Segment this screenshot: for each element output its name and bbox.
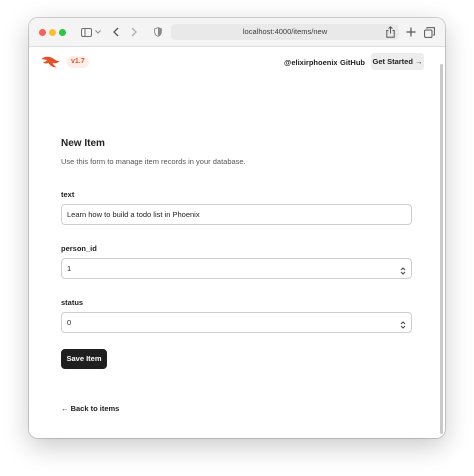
stepper-icon[interactable] [400, 264, 406, 275]
status-field-value: 0 [67, 318, 72, 327]
back-icon[interactable] [111, 24, 121, 40]
page-subtitle: Use this form to manage item records in … [61, 157, 246, 166]
person-id-field-label: person_id [61, 244, 97, 253]
page-title: New Item [61, 138, 105, 149]
text-field-label: text [61, 190, 75, 199]
browser-titlebar: localhost:4000/items/new [29, 18, 445, 47]
browser-window: localhost:4000/items/new v1.7 @elixirpho… [29, 18, 445, 438]
status-field[interactable]: 0 [61, 312, 412, 333]
sidebar-icon[interactable] [79, 24, 93, 40]
version-badge: v1.7 [67, 56, 89, 68]
page-viewport: v1.7 @elixirphoenix GitHub Get Started →… [29, 47, 445, 438]
forward-icon[interactable] [129, 24, 139, 40]
back-to-items-link[interactable]: ← Back to items [61, 404, 119, 413]
url-text: localhost:4000/items/new [242, 27, 328, 36]
tabs-icon[interactable] [423, 24, 435, 40]
scrollbar[interactable] [440, 64, 443, 434]
save-item-button[interactable]: Save Item [61, 349, 107, 369]
nav-link-elixirphoenix[interactable]: @elixirphoenix [284, 58, 338, 67]
address-bar[interactable]: localhost:4000/items/new [171, 24, 399, 40]
share-icon[interactable] [385, 24, 395, 40]
nav-link-github[interactable]: GitHub [340, 58, 365, 67]
shield-icon[interactable] [153, 24, 163, 40]
status-field-label: status [61, 298, 84, 307]
zoom-window-button[interactable] [59, 29, 66, 36]
chevron-down-icon[interactable] [94, 24, 102, 40]
close-window-button[interactable] [39, 29, 46, 36]
get-started-button[interactable]: Get Started → [371, 53, 424, 70]
stepper-icon[interactable] [400, 318, 406, 329]
person-id-field-value: 1 [67, 264, 72, 273]
minimize-window-button[interactable] [49, 29, 56, 36]
text-field[interactable]: Learn how to build a todo list in Phoeni… [61, 204, 412, 225]
text-field-value: Learn how to build a todo list in Phoeni… [67, 210, 200, 219]
phoenix-logo-icon[interactable] [41, 55, 60, 73]
person-id-field[interactable]: 1 [61, 258, 412, 279]
plus-icon[interactable] [405, 24, 417, 40]
